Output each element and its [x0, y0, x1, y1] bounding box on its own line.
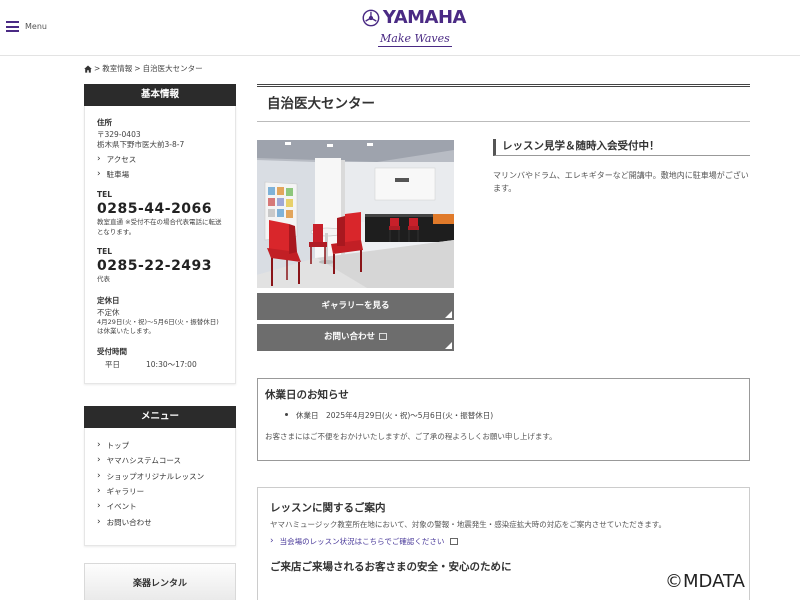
side-menu: › トップ › ヤマハシステムコース › ショップオリジナルレッスン › ギャラ… — [84, 428, 236, 546]
classroom-photo — [257, 140, 454, 288]
chevron-right-icon: › — [97, 470, 101, 481]
closure-notice-item-text: 休業日 2025年4月29日(火・祝)〜5月6日(火・振替休日) — [296, 411, 494, 420]
promo-text: マリンバやドラム、エレキギターなど開講中。敷地内に駐車場がございます。 — [493, 171, 749, 194]
side-menu-item-label: お問い合わせ — [106, 517, 152, 527]
classroom-photo-image — [257, 140, 454, 288]
tuning-fork-logo-icon — [362, 9, 380, 26]
breadcrumb-separator: > — [134, 64, 141, 73]
chevron-right-icon: › — [97, 516, 101, 527]
logo-tagline: Make Waves — [378, 32, 452, 47]
parking-link-label: 駐車場 — [106, 170, 130, 180]
closed-days-value: 不定休 — [97, 307, 120, 317]
lesson-info-title: レッスンに関するご案内 — [270, 502, 386, 514]
chevron-right-icon: › — [97, 169, 101, 180]
access-link[interactable]: › アクセス — [97, 154, 223, 165]
closure-notice-box: 休業日のお知らせ 休業日 2025年4月29日(火・祝)〜5月6日(火・振替休日… — [257, 378, 750, 461]
tel1-number[interactable]: 0285-44-2066 — [97, 201, 223, 217]
contact-button-label: お問い合わせ — [323, 332, 375, 342]
page-title: 自治医大センター — [257, 84, 750, 122]
breadcrumb-item-classroom-info[interactable]: 教室情報 — [102, 63, 132, 74]
hamburger-icon — [6, 21, 19, 32]
closed-days-note: 4月29日(火・祝)〜5月6日(火・振替休日)は休業いたします。 — [97, 317, 219, 336]
side-menu-item-label: ショップオリジナルレッスン — [106, 471, 205, 481]
address-text: 栃木県下野市医大前3-8-7 — [97, 140, 185, 150]
chevron-right-icon: › — [270, 536, 274, 546]
side-menu-item-label: ヤマハシステムコース — [106, 456, 182, 466]
promo-title: レッスン見学＆随時入会受付中！ — [493, 139, 750, 156]
logo-wordmark: YAMAHA — [382, 7, 467, 28]
corner-triangle-icon — [445, 311, 452, 318]
breadcrumb: > 教室情報 > 自治医大センター — [84, 63, 203, 74]
side-menu-item-system-course[interactable]: › ヤマハシステムコース — [97, 453, 223, 468]
chevron-right-icon: › — [97, 486, 101, 497]
main-content: 自治医大センター ギャラリーを見る お問い合わせ レッスン見学＆随時入会受付中！… — [257, 84, 750, 600]
promo-section: レッスン見学＆随時入会受付中！ マリンバやドラム、エレキギターなど開講中。敷地内… — [493, 139, 750, 195]
side-menu-item-event[interactable]: › イベント — [97, 499, 223, 514]
closed-days-label: 定休日 — [97, 295, 120, 305]
lesson-info-text: ヤマハミュージック教室所在地において、対象の警報・地震発生・感染症拡大時の対応を… — [270, 520, 666, 529]
tel1-note: 教室直通 ※受付不在の場合代表電話に転送となります。 — [97, 218, 222, 236]
menu-button[interactable]: Menu — [6, 21, 47, 32]
basic-info-heading: 基本情報 — [84, 84, 236, 106]
side-menu-item-gallery[interactable]: › ギャラリー — [97, 484, 223, 499]
lesson-status-link[interactable]: › 当会場のレッスン状況はこちらでご確認ください — [270, 536, 737, 547]
chevron-right-icon: › — [97, 440, 101, 451]
hours-row: 平日 10:30〜17:00 — [97, 359, 223, 370]
external-window-icon — [379, 333, 387, 340]
breadcrumb-separator: > — [94, 64, 101, 73]
lesson-status-link-label: 当会場のレッスン状況はこちらでご確認ください — [279, 537, 445, 546]
menu-heading: メニュー — [84, 406, 236, 428]
contact-button[interactable]: お問い合わせ — [257, 324, 454, 351]
site-header: Menu YAMAHA Make Waves — [0, 0, 800, 56]
chevron-right-icon: › — [97, 154, 101, 165]
address-label: 住所 — [97, 118, 112, 127]
tel1-label: TEL — [97, 190, 113, 200]
tel2-label: TEL — [97, 247, 113, 257]
gallery-button-label: ギャラリーを見る — [321, 301, 390, 311]
side-menu-item-label: ギャラリー — [106, 487, 145, 497]
menu-label: Menu — [25, 22, 47, 31]
chevron-right-icon: › — [97, 501, 101, 512]
tel2-number[interactable]: 0285-22-2493 — [97, 258, 223, 274]
access-link-label: アクセス — [106, 155, 137, 165]
closure-notice-title: 休業日のお知らせ — [265, 389, 349, 401]
hours-day: 平日 — [105, 360, 120, 370]
chevron-right-icon: › — [97, 455, 101, 466]
closure-notice-text: お客さまにはご不便をおかけいたしますが、ご了承の程よろしくお願い申し上げます。 — [265, 432, 557, 441]
side-menu-item-original-lesson[interactable]: › ショップオリジナルレッスン — [97, 469, 223, 484]
corner-triangle-icon — [445, 342, 452, 349]
hours-label: 受付時間 — [97, 347, 127, 357]
watermark: ©MDATA — [665, 571, 745, 592]
closure-notice-item: 休業日 2025年4月29日(火・祝)〜5月6日(火・振替休日) — [265, 410, 742, 421]
external-window-icon — [450, 538, 459, 545]
parking-link[interactable]: › 駐車場 — [97, 169, 223, 180]
yamaha-logo[interactable]: YAMAHA Make Waves — [362, 7, 467, 49]
side-menu-item-label: イベント — [106, 502, 137, 512]
breadcrumb-item-current: 自治医大センター — [142, 64, 203, 73]
gallery-button[interactable]: ギャラリーを見る — [257, 293, 454, 320]
home-icon[interactable] — [84, 65, 92, 73]
side-menu-item-top[interactable]: › トップ — [97, 438, 223, 453]
postal-code: 〒329-0403 — [97, 130, 141, 139]
bullet-icon — [285, 413, 288, 416]
hours-time: 10:30〜17:00 — [146, 360, 197, 370]
tel2-note: 代表 — [97, 275, 110, 284]
instrument-rental-button[interactable]: 楽器レンタル — [84, 563, 236, 600]
sidebar: 基本情報 住所 〒329-0403 栃木県下野市医大前3-8-7 › アクセス … — [84, 84, 236, 600]
basic-info-box: 住所 〒329-0403 栃木県下野市医大前3-8-7 › アクセス › 駐車場… — [84, 106, 236, 384]
side-menu-item-label: トップ — [106, 441, 130, 451]
side-menu-item-contact[interactable]: › お問い合わせ — [97, 514, 223, 529]
